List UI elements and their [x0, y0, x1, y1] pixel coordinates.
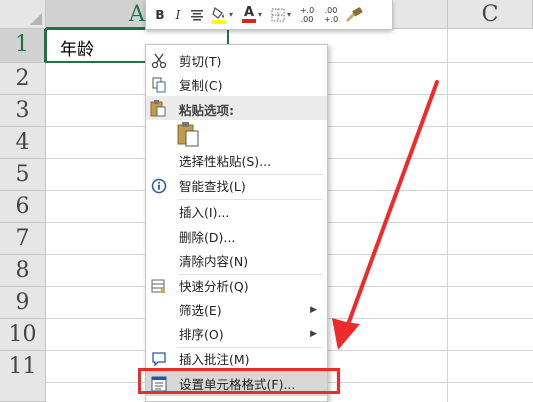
annotation-arrow	[332, 80, 439, 350]
